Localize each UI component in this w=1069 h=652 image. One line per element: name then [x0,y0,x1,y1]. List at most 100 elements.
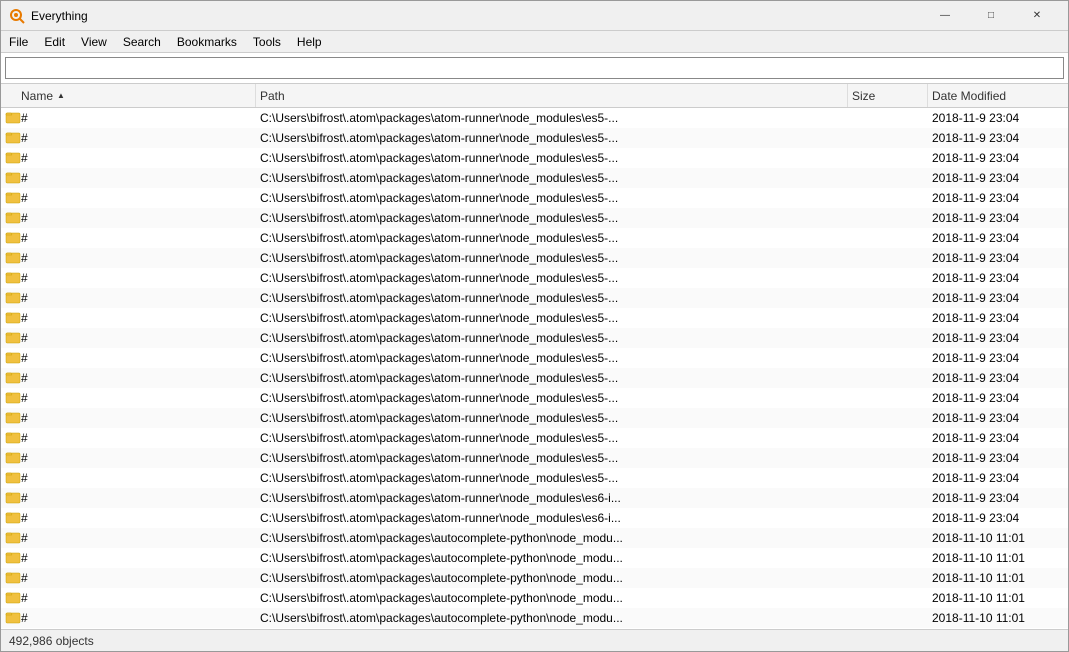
file-date-cell: 2018-11-9 23:04 [928,391,1068,405]
table-row[interactable]: # C:\Users\bifrost\.atom\packages\atom-r… [1,348,1068,368]
table-row[interactable]: # C:\Users\bifrost\.atom\packages\atom-r… [1,388,1068,408]
file-icon [5,149,21,168]
table-row[interactable]: # C:\Users\bifrost\.atom\packages\autoco… [1,568,1068,588]
file-icon [5,569,21,588]
file-date-cell: 2018-11-9 23:04 [928,191,1068,205]
table-row[interactable]: # C:\Users\bifrost\.atom\packages\atom-r… [1,208,1068,228]
file-name-text: # [21,451,28,465]
file-name-cell: # [1,549,256,568]
file-date-cell: 2018-11-9 23:04 [928,331,1068,345]
file-path-cell: C:\Users\bifrost\.atom\packages\atom-run… [256,231,848,245]
file-path-cell: C:\Users\bifrost\.atom\packages\atom-run… [256,331,848,345]
file-path-cell: C:\Users\bifrost\.atom\packages\atom-run… [256,431,848,445]
table-row[interactable]: # C:\Users\bifrost\.atom\packages\atom-r… [1,428,1068,448]
search-input[interactable] [5,57,1064,79]
file-icon [5,269,21,288]
menu-tools[interactable]: Tools [245,31,289,53]
table-row[interactable]: # C:\Users\bifrost\.atom\packages\autoco… [1,588,1068,608]
column-size-header[interactable]: Size [848,84,928,107]
file-path-cell: C:\Users\bifrost\.atom\packages\atom-run… [256,271,848,285]
file-icon [5,329,21,348]
menu-search[interactable]: Search [115,31,169,53]
file-date-cell: 2018-11-9 23:04 [928,351,1068,365]
file-date-cell: 2018-11-9 23:04 [928,511,1068,525]
table-row[interactable]: # C:\Users\bifrost\.atom\packages\atom-r… [1,148,1068,168]
column-path-label: Path [260,89,285,103]
file-date-cell: 2018-11-9 23:04 [928,271,1068,285]
table-row[interactable]: # C:\Users\bifrost\.atom\packages\atom-r… [1,108,1068,128]
file-name-cell: # [1,149,256,168]
file-path-cell: C:\Users\bifrost\.atom\packages\atom-run… [256,411,848,425]
file-path-cell: C:\Users\bifrost\.atom\packages\atom-run… [256,111,848,125]
file-date-cell: 2018-11-9 23:04 [928,311,1068,325]
file-name-text: # [21,591,28,605]
file-icon [5,509,21,528]
file-name-text: # [21,291,28,305]
table-row[interactable]: # C:\Users\bifrost\.atom\packages\atom-r… [1,188,1068,208]
file-name-cell: # [1,129,256,148]
file-icon [5,589,21,608]
file-icon [5,529,21,548]
table-row[interactable]: # C:\Users\bifrost\.atom\packages\atom-r… [1,508,1068,528]
file-icon [5,309,21,328]
minimize-button[interactable]: — [922,1,968,31]
file-icon [5,369,21,388]
file-path-cell: C:\Users\bifrost\.atom\packages\atom-run… [256,371,848,385]
object-count: 492,986 objects [9,634,94,648]
file-icon [5,349,21,368]
file-date-cell: 2018-11-9 23:04 [928,471,1068,485]
table-row[interactable]: # C:\Users\bifrost\.atom\packages\atom-r… [1,308,1068,328]
table-row[interactable]: # C:\Users\bifrost\.atom\packages\autoco… [1,608,1068,628]
file-icon [5,429,21,448]
file-name-cell: # [1,409,256,428]
table-row[interactable]: # C:\Users\bifrost\.atom\packages\atom-r… [1,268,1068,288]
file-icon [5,409,21,428]
file-list[interactable]: # C:\Users\bifrost\.atom\packages\atom-r… [1,108,1068,629]
file-date-cell: 2018-11-9 23:04 [928,251,1068,265]
menu-file[interactable]: File [1,31,36,53]
table-row[interactable]: # C:\Users\bifrost\.atom\packages\atom-r… [1,288,1068,308]
file-name-cell: # [1,249,256,268]
column-name-header[interactable]: Name ▲ [1,84,256,107]
file-name-cell: # [1,329,256,348]
menu-bookmarks[interactable]: Bookmarks [169,31,245,53]
table-row[interactable]: # C:\Users\bifrost\.atom\packages\autoco… [1,528,1068,548]
menu-help[interactable]: Help [289,31,330,53]
table-row[interactable]: # C:\Users\bifrost\.atom\packages\atom-r… [1,248,1068,268]
file-date-cell: 2018-11-10 11:01 [928,571,1068,585]
file-date-cell: 2018-11-9 23:04 [928,431,1068,445]
file-path-cell: C:\Users\bifrost\.atom\packages\atom-run… [256,471,848,485]
menu-view[interactable]: View [73,31,115,53]
maximize-button[interactable]: □ [968,1,1014,31]
file-name-cell: # [1,269,256,288]
menu-edit[interactable]: Edit [36,31,73,53]
file-path-cell: C:\Users\bifrost\.atom\packages\autocomp… [256,571,848,585]
table-row[interactable]: # C:\Users\bifrost\.atom\packages\atom-r… [1,328,1068,348]
file-name-text: # [21,151,28,165]
menu-bar: File Edit View Search Bookmarks Tools He… [1,31,1068,53]
column-date-header[interactable]: Date Modified [928,84,1068,107]
table-row[interactable]: # C:\Users\bifrost\.atom\packages\atom-r… [1,368,1068,388]
file-path-cell: C:\Users\bifrost\.atom\packages\autocomp… [256,551,848,565]
file-date-cell: 2018-11-9 23:04 [928,131,1068,145]
close-button[interactable]: ✕ [1014,1,1060,31]
file-path-cell: C:\Users\bifrost\.atom\packages\atom-run… [256,491,848,505]
table-row[interactable]: # C:\Users\bifrost\.atom\packages\atom-r… [1,468,1068,488]
file-name-cell: # [1,429,256,448]
file-icon [5,129,21,148]
table-row[interactable]: # C:\Users\bifrost\.atom\packages\atom-r… [1,168,1068,188]
file-icon [5,389,21,408]
file-name-text: # [21,391,28,405]
table-row[interactable]: # C:\Users\bifrost\.atom\packages\atom-r… [1,128,1068,148]
file-date-cell: 2018-11-9 23:04 [928,211,1068,225]
file-name-text: # [21,171,28,185]
table-row[interactable]: # C:\Users\bifrost\.atom\packages\atom-r… [1,408,1068,428]
file-name-text: # [21,211,28,225]
file-date-cell: 2018-11-9 23:04 [928,231,1068,245]
table-row[interactable]: # C:\Users\bifrost\.atom\packages\autoco… [1,548,1068,568]
table-row[interactable]: # C:\Users\bifrost\.atom\packages\atom-r… [1,488,1068,508]
table-row[interactable]: # C:\Users\bifrost\.atom\packages\atom-r… [1,448,1068,468]
file-name-text: # [21,131,28,145]
table-row[interactable]: # C:\Users\bifrost\.atom\packages\atom-r… [1,228,1068,248]
column-path-header[interactable]: Path [256,84,848,107]
